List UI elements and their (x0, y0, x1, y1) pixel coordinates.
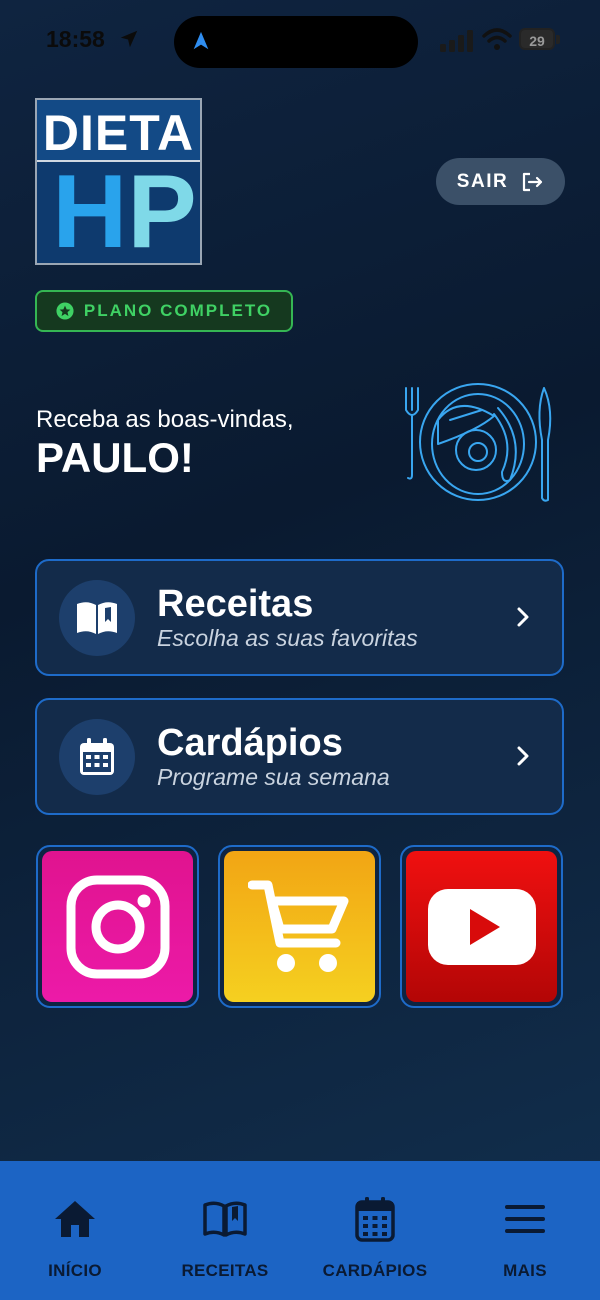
calendar-icon (80, 738, 114, 775)
plan-badge-label: PLANO COMPLETO (83, 301, 273, 320)
logo-top-band: DIETA (37, 100, 200, 162)
star-badge-icon (56, 302, 74, 320)
logout-label: SAIR (456, 170, 509, 192)
battery-level: 29 (519, 28, 555, 50)
plate-cutlery-icon (405, 383, 552, 502)
menu-icon (505, 1205, 545, 1233)
recipes-card-title: Receitas (157, 583, 314, 625)
instagram-tile[interactable] (36, 845, 199, 1008)
plan-badge: PLANO COMPLETO (35, 290, 293, 332)
youtube-tile-bg (406, 851, 557, 1002)
logo-p: P (127, 154, 197, 270)
calendar-icon (355, 1197, 395, 1242)
nav-label-receitas: RECEITAS (181, 1261, 269, 1280)
menus-icon-circle (59, 719, 135, 795)
nav-item-mais[interactable]: MAIS (475, 1161, 575, 1300)
open-book-icon (77, 602, 117, 634)
youtube-tile[interactable] (400, 845, 563, 1008)
instagram-icon (66, 875, 169, 978)
nav-item-cardapios[interactable]: CARDÁPIOS (305, 1161, 445, 1300)
recipes-icon-circle (59, 580, 135, 656)
welcome-greeting: Receba as boas-vindas, (36, 406, 294, 433)
nav-item-inicio[interactable]: INÍCIO (25, 1161, 125, 1300)
youtube-icon (427, 888, 536, 965)
menus-card-title: Cardápios (157, 722, 343, 764)
status-bar: 18:58 29 (0, 0, 600, 80)
chevron-right-icon (517, 746, 529, 766)
logo-h: H (52, 154, 128, 270)
menus-card-subtitle: Programe sua semana (157, 764, 390, 790)
recipes-card-subtitle: Escolha as suas favoritas (157, 625, 418, 651)
book-icon (203, 1201, 247, 1237)
shopping-cart-tile[interactable] (218, 845, 381, 1008)
logout-icon (523, 172, 543, 191)
location-arrow-icon (120, 30, 138, 48)
dieta-hp-logo: DIETA HP (35, 98, 202, 265)
shopping-cart-icon (247, 880, 348, 972)
welcome-user-name: PAULO! (36, 434, 194, 481)
cellular-signal-icon (440, 30, 473, 52)
wifi-icon (482, 28, 512, 50)
navigation-arrow-icon (193, 31, 209, 50)
nav-item-receitas[interactable]: RECEITAS (165, 1161, 285, 1300)
shopping-cart-tile-bg (224, 851, 375, 1002)
nav-label-cardapios: CARDÁPIOS (322, 1261, 428, 1280)
chevron-right-icon (517, 607, 529, 627)
status-time: 18:58 (46, 26, 105, 52)
bottom-navigation: INÍCIO RECEITAS CARDÁPIOS MAIS (0, 1161, 600, 1300)
home-icon (55, 1201, 95, 1237)
menus-card[interactable]: Cardápios Programe sua semana (35, 698, 564, 815)
battery-tip (556, 35, 560, 44)
logout-button[interactable]: SAIR (436, 158, 565, 205)
battery-indicator: 29 (519, 28, 563, 52)
recipes-card[interactable]: Receitas Escolha as suas favoritas (35, 559, 564, 676)
instagram-tile-bg (42, 851, 193, 1002)
logo-hp-text: HP (43, 160, 206, 264)
nav-label-mais: MAIS (503, 1261, 547, 1280)
nav-label-inicio: INÍCIO (48, 1261, 102, 1280)
